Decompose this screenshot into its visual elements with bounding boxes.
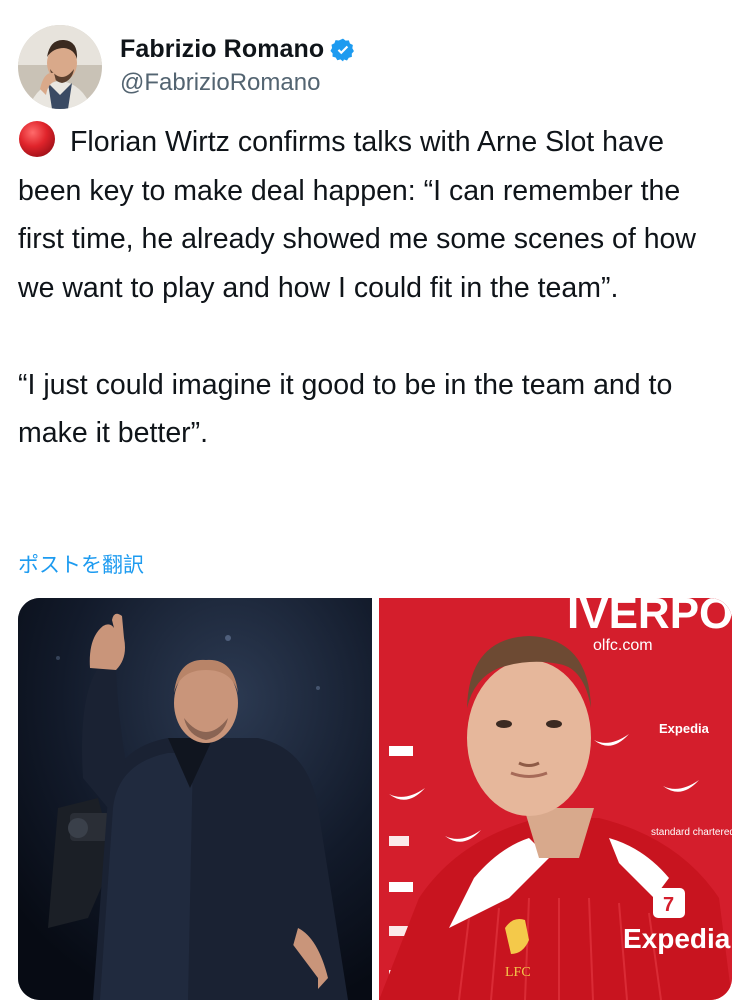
name-row: Fabrizio Romano — [120, 35, 356, 64]
backdrop-club-text: IVERPO — [567, 598, 732, 638]
tweet-paragraph-2: “I just could imagine it good to be in t… — [18, 368, 673, 450]
handle[interactable]: @FabrizioRomano — [120, 69, 320, 97]
backdrop-standard-chartered-text: standard chartered — [651, 827, 732, 838]
media-photo-left[interactable] — [18, 598, 372, 1000]
backdrop-sponsor-text: Expedia — [659, 721, 710, 736]
tweet-text: Florian Wirtz confirms talks with Arne S… — [18, 118, 718, 458]
translate-post-link[interactable]: ポストを翻訳 — [18, 549, 144, 579]
backdrop-url-text: olfc.com — [593, 637, 653, 654]
tweet-paragraph: Florian Wirtz confirms talks with Arne S… — [18, 118, 718, 312]
red-circle-icon — [19, 121, 55, 157]
player-in-red-kit-photo: IVERPO olfc.com Expedia standard charter… — [379, 598, 732, 1000]
verified-badge-icon — [330, 38, 355, 61]
svg-text:7: 7 — [663, 894, 674, 916]
media-grid: IVERPO olfc.com Expedia standard charter… — [18, 598, 732, 1000]
shirt-sponsor-text: Expedia — [623, 923, 731, 954]
crest-text: LFC — [505, 965, 531, 980]
media-photo-right[interactable]: IVERPO olfc.com Expedia standard charter… — [379, 598, 732, 1000]
man-thumbs-up-photo — [18, 598, 372, 1000]
display-name[interactable]: Fabrizio Romano — [120, 35, 324, 64]
avatar[interactable] — [18, 25, 102, 109]
tweet-paragraph-1: Florian Wirtz confirms talks with Arne S… — [18, 126, 696, 304]
tweet-header: Fabrizio Romano @FabrizioRomano — [18, 25, 738, 111]
